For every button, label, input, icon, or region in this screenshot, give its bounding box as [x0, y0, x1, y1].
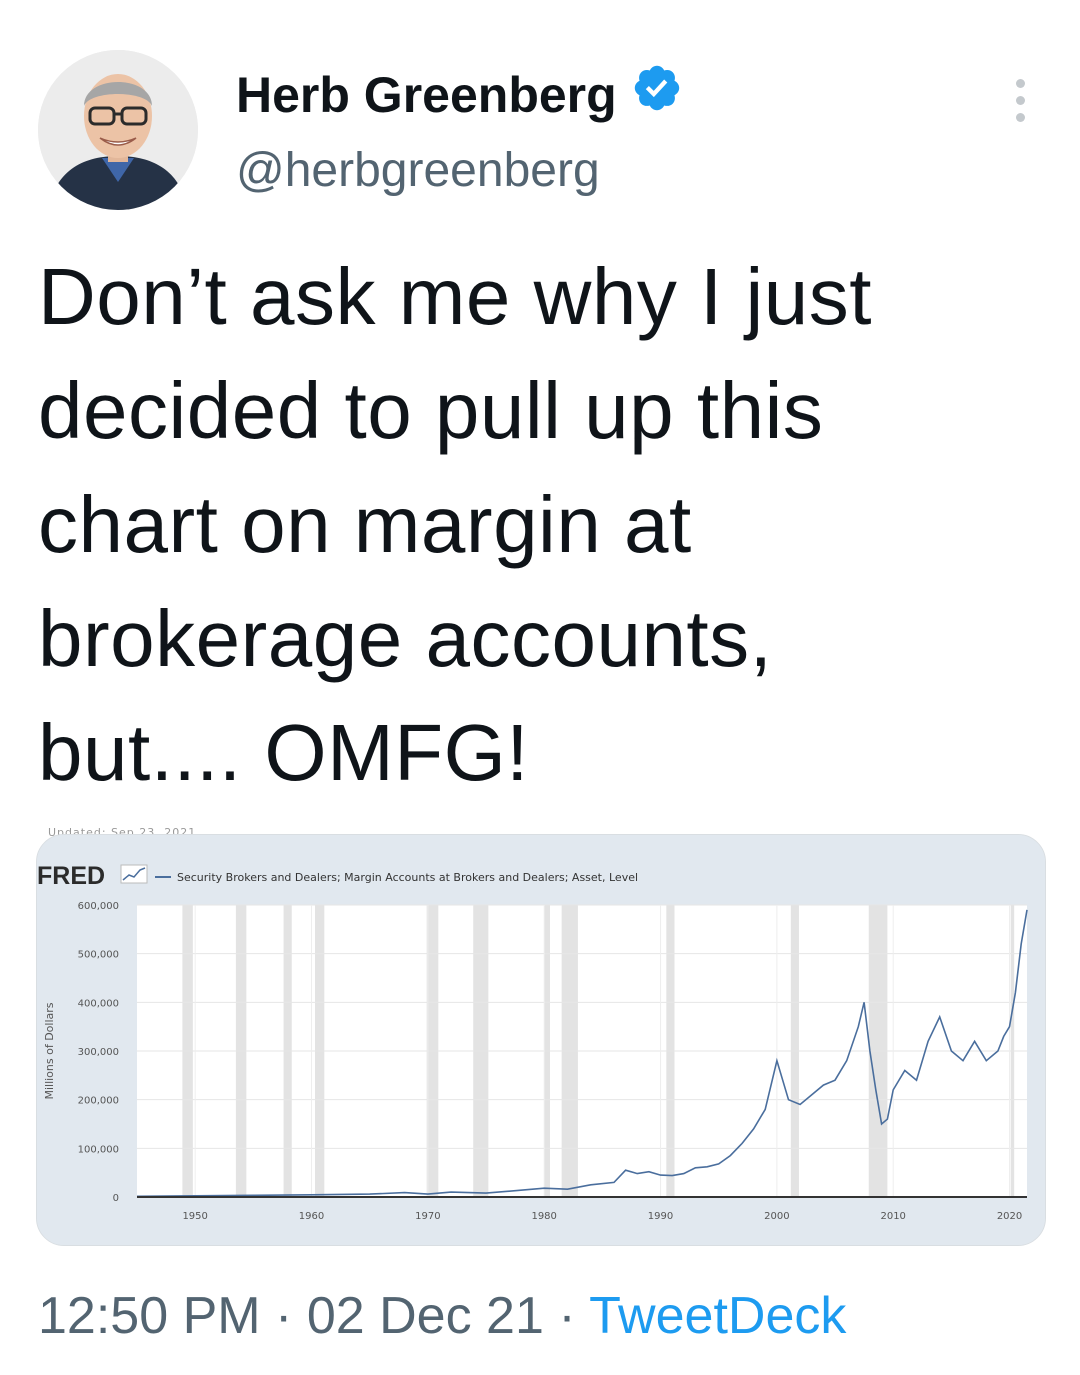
x-tick-label: 1950	[182, 1211, 207, 1222]
y-tick-label: 600,000	[78, 901, 119, 912]
x-tick-label: 1980	[531, 1211, 556, 1222]
tweet-text-line: Don’t ask me why I just	[38, 252, 872, 341]
source-link[interactable]: TweetDeck	[589, 1287, 846, 1345]
y-tick-label: 300,000	[78, 1047, 119, 1058]
fred-logo-text: FRED	[37, 862, 105, 890]
display-name[interactable]: Herb Greenberg	[236, 62, 683, 127]
handle[interactable]: @herbgreenberg	[236, 142, 600, 200]
y-tick-label: 100,000	[78, 1144, 119, 1155]
footer-separator: ·	[275, 1287, 293, 1345]
y-tick-label: 500,000	[78, 950, 119, 961]
tweet-text-line: brokerage accounts,	[38, 594, 773, 683]
tweet-text-line: chart on margin at	[38, 480, 692, 569]
y-tick-label: 0	[113, 1193, 119, 1204]
footer-separator: ·	[558, 1287, 576, 1345]
timestamp-date[interactable]: 02 Dec 21	[307, 1287, 544, 1345]
tweet-footer: 12:50 PM · 02 Dec 21 · TweetDeck	[38, 1284, 846, 1348]
legend-label: Security Brokers and Dealers; Margin Acc…	[177, 871, 638, 884]
x-tick-label: 1970	[415, 1211, 440, 1222]
y-axis-title: Millions of Dollars	[43, 1002, 56, 1099]
display-name-text: Herb Greenberg	[236, 66, 617, 123]
x-tick-label: 1960	[299, 1211, 324, 1222]
tweet-text-line: but.... OMFG!	[38, 708, 530, 797]
tweet-text: Don’t ask me why I just decided to pull …	[38, 240, 1038, 810]
avatar[interactable]	[38, 50, 198, 210]
tweet-media[interactable]: FRED Security Brokers and Dealers; Margi…	[36, 834, 1046, 1246]
x-tick-label: 2000	[764, 1211, 789, 1222]
chart: FRED Security Brokers and Dealers; Margi…	[37, 835, 1045, 1245]
fred-logo-icon	[120, 864, 148, 884]
avatar-image	[38, 50, 198, 210]
verified-badge-icon	[631, 62, 683, 127]
tweet-text-line: decided to pull up this	[38, 366, 824, 455]
y-tick-label: 400,000	[78, 998, 119, 1009]
y-tick-label: 200,000	[78, 1096, 119, 1107]
more-vertical-icon[interactable]	[1000, 70, 1040, 130]
x-tick-label: 2010	[880, 1211, 905, 1222]
x-tick-label: 2020	[997, 1211, 1022, 1222]
timestamp-time[interactable]: 12:50 PM	[38, 1287, 261, 1345]
x-tick-label: 1990	[648, 1211, 673, 1222]
